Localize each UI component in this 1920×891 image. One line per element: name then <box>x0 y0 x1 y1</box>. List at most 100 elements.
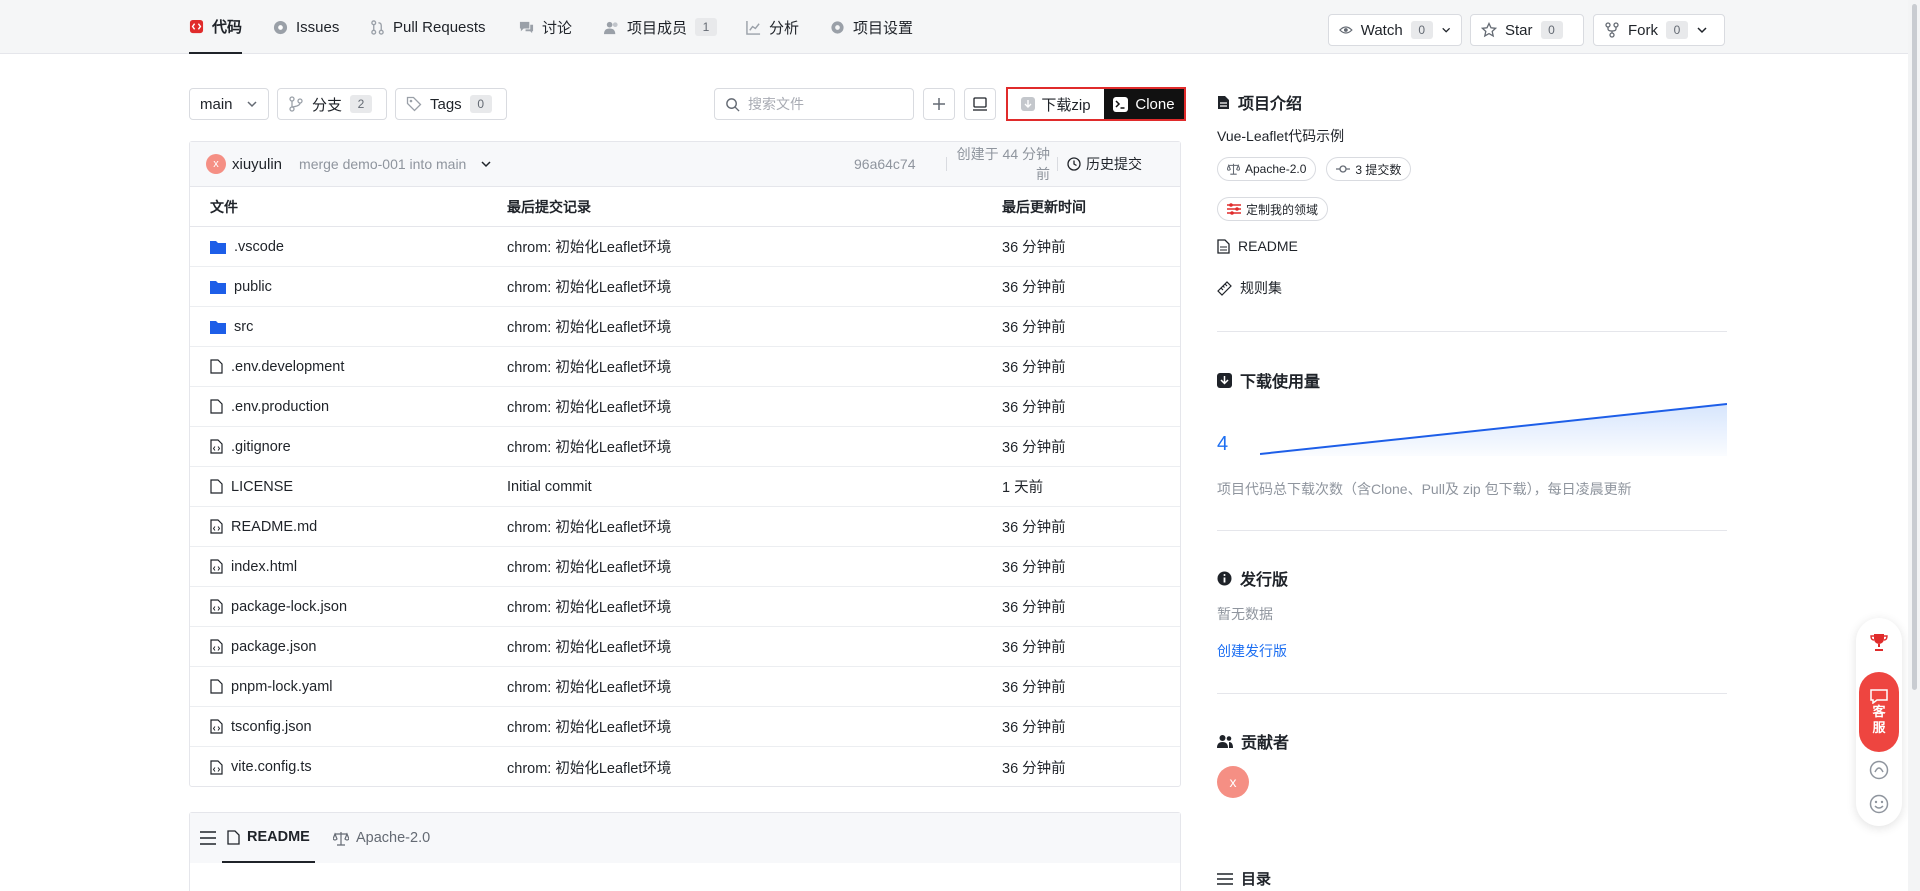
file-name[interactable]: tsconfig.json <box>231 719 312 735</box>
file-name[interactable]: LICENSE <box>231 479 293 495</box>
file-name[interactable]: package.json <box>231 639 316 655</box>
commit-author[interactable]: xiuyulin <box>232 156 282 173</box>
watch-button[interactable]: Watch 0 <box>1328 14 1462 46</box>
file-name-cell[interactable]: .env.development <box>210 347 344 386</box>
commit-cell[interactable]: chrom: 初始化Leaflet环境 <box>507 267 671 306</box>
commit-message[interactable]: chrom: 初始化Leaflet环境 <box>507 516 671 537</box>
table-row[interactable]: package-lock.json chrom: 初始化Leaflet环境 36 分… <box>190 587 1180 627</box>
table-row[interactable]: README.md chrom: 初始化Leaflet环境 36 分钟前 <box>190 507 1180 547</box>
commits-badge[interactable]: 3 提交数 <box>1326 157 1412 181</box>
sidebar-readme-link[interactable]: README <box>1217 238 1727 254</box>
file-name-cell[interactable]: tsconfig.json <box>210 707 312 746</box>
table-row[interactable]: package.json chrom: 初始化Leaflet环境 36 分钟前 <box>190 627 1180 667</box>
tab-members[interactable]: 项目成员 1 <box>604 0 718 54</box>
history-button[interactable]: 历史提交 <box>1067 154 1142 174</box>
table-row[interactable]: .vscode chrom: 初始化Leaflet环境 36 分钟前 <box>190 227 1180 267</box>
file-name[interactable]: .env.production <box>231 399 329 415</box>
commit-cell[interactable]: chrom: 初始化Leaflet环境 <box>507 427 671 466</box>
table-row[interactable]: src chrom: 初始化Leaflet环境 36 分钟前 <box>190 307 1180 347</box>
commit-message[interactable]: merge demo-001 into main <box>299 156 466 172</box>
commit-message[interactable]: chrom: 初始化Leaflet环境 <box>507 716 671 737</box>
file-name[interactable]: pnpm-lock.yaml <box>231 679 333 695</box>
table-row[interactable]: LICENSE Initial commit 1 天前 <box>190 467 1180 507</box>
commit-message[interactable]: chrom: 初始化Leaflet环境 <box>507 316 671 337</box>
table-row[interactable]: .env.development chrom: 初始化Leaflet环境 36 分钟… <box>190 347 1180 387</box>
file-name[interactable]: public <box>234 279 272 295</box>
tags-button[interactable]: Tags 0 <box>395 88 507 120</box>
customer-service-button[interactable]: 客 服 <box>1859 672 1899 752</box>
tab-settings[interactable]: 项目设置 <box>830 0 913 54</box>
clone-button[interactable]: Clone <box>1104 89 1184 119</box>
branch-select[interactable]: main <box>189 88 269 120</box>
file-name[interactable]: index.html <box>231 559 297 575</box>
commit-message[interactable]: chrom: 初始化Leaflet环境 <box>507 636 671 657</box>
table-row[interactable]: public chrom: 初始化Leaflet环境 36 分钟前 <box>190 267 1180 307</box>
commit-message[interactable]: chrom: 初始化Leaflet环境 <box>507 556 671 577</box>
file-name-cell[interactable]: src <box>210 307 253 346</box>
file-name[interactable]: package-lock.json <box>231 599 347 615</box>
license-badge[interactable]: Apache-2.0 <box>1217 157 1317 181</box>
customize-button[interactable]: 定制我的领域 <box>1217 197 1329 221</box>
add-file-button[interactable] <box>923 88 955 120</box>
commit-cell[interactable]: Initial commit <box>507 467 592 506</box>
table-row[interactable]: vite.config.ts chrom: 初始化Leaflet环境 36 分钟前 <box>190 747 1180 787</box>
file-name-cell[interactable]: pnpm-lock.yaml <box>210 667 333 706</box>
contributor-avatar[interactable]: x <box>1217 766 1249 798</box>
commit-cell[interactable]: chrom: 初始化Leaflet环境 <box>507 747 671 787</box>
table-row[interactable]: index.html chrom: 初始化Leaflet环境 36 分钟前 <box>190 547 1180 587</box>
commit-cell[interactable]: chrom: 初始化Leaflet环境 <box>507 667 671 706</box>
trophy-icon[interactable] <box>1869 632 1889 652</box>
table-row[interactable]: .gitignore chrom: 初始化Leaflet环境 36 分钟前 <box>190 427 1180 467</box>
file-name[interactable]: .gitignore <box>231 439 291 455</box>
commit-message[interactable]: Initial commit <box>507 479 592 495</box>
commit-hash[interactable]: 96a64c74 <box>854 156 916 172</box>
table-row[interactable]: .env.production chrom: 初始化Leaflet环境 36 分钟前 <box>190 387 1180 427</box>
tab-pull-requests[interactable]: Pull Requests <box>370 0 486 54</box>
download-zip-button[interactable]: 下载zip <box>1008 89 1104 119</box>
file-name-cell[interactable]: index.html <box>210 547 297 586</box>
file-name-cell[interactable]: public <box>210 267 272 306</box>
table-row[interactable]: pnpm-lock.yaml chrom: 初始化Leaflet环境 36 分钟前 <box>190 667 1180 707</box>
commit-cell[interactable]: chrom: 初始化Leaflet环境 <box>507 307 671 346</box>
tab-analytics[interactable]: 分析 <box>746 0 799 54</box>
file-name-cell[interactable]: README.md <box>210 507 317 546</box>
tab-license[interactable]: Apache-2.0 <box>333 813 430 863</box>
commit-message[interactable]: chrom: 初始化Leaflet环境 <box>507 236 671 257</box>
commit-cell[interactable]: chrom: 初始化Leaflet环境 <box>507 627 671 666</box>
tab-discussions[interactable]: 讨论 <box>519 0 572 54</box>
file-name-cell[interactable]: .env.production <box>210 387 329 426</box>
commit-message[interactable]: chrom: 初始化Leaflet环境 <box>507 356 671 377</box>
fork-button[interactable]: Fork 0 <box>1593 14 1725 46</box>
search-input[interactable] <box>748 96 898 112</box>
file-name-cell[interactable]: LICENSE <box>210 467 293 506</box>
commit-cell[interactable]: chrom: 初始化Leaflet环境 <box>507 507 671 546</box>
table-row[interactable]: tsconfig.json chrom: 初始化Leaflet环境 36 分钟前 <box>190 707 1180 747</box>
star-button[interactable]: Star 0 <box>1470 14 1584 46</box>
tab-readme[interactable]: README <box>222 813 315 863</box>
commit-message[interactable]: chrom: 初始化Leaflet环境 <box>507 676 671 697</box>
file-name-cell[interactable]: package-lock.json <box>210 587 347 626</box>
file-name[interactable]: src <box>234 319 253 335</box>
file-name-cell[interactable]: .vscode <box>210 227 284 266</box>
commit-cell[interactable]: chrom: 初始化Leaflet环境 <box>507 547 671 586</box>
smile-icon[interactable] <box>1869 794 1889 814</box>
tab-code[interactable]: 代码 <box>189 0 243 54</box>
file-name-cell[interactable]: vite.config.ts <box>210 747 312 787</box>
commit-message[interactable]: chrom: 初始化Leaflet环境 <box>507 276 671 297</box>
file-name[interactable]: README.md <box>231 519 317 535</box>
tab-issues[interactable]: Issues <box>273 0 339 54</box>
ide-button[interactable] <box>964 88 996 120</box>
avatar[interactable]: x <box>206 154 226 174</box>
scrollbar-thumb[interactable] <box>1912 4 1917 690</box>
chevron-down-icon[interactable] <box>480 158 492 170</box>
file-name[interactable]: vite.config.ts <box>231 759 312 775</box>
commit-cell[interactable]: chrom: 初始化Leaflet环境 <box>507 347 671 386</box>
file-name[interactable]: .vscode <box>234 239 284 255</box>
assistant-icon[interactable] <box>1869 760 1889 780</box>
file-name-cell[interactable]: .gitignore <box>210 427 291 466</box>
commit-message[interactable]: chrom: 初始化Leaflet环境 <box>507 757 671 778</box>
commit-message[interactable]: chrom: 初始化Leaflet环境 <box>507 436 671 457</box>
commit-message[interactable]: chrom: 初始化Leaflet环境 <box>507 396 671 417</box>
file-name[interactable]: .env.development <box>231 359 344 375</box>
file-search[interactable] <box>714 88 914 120</box>
